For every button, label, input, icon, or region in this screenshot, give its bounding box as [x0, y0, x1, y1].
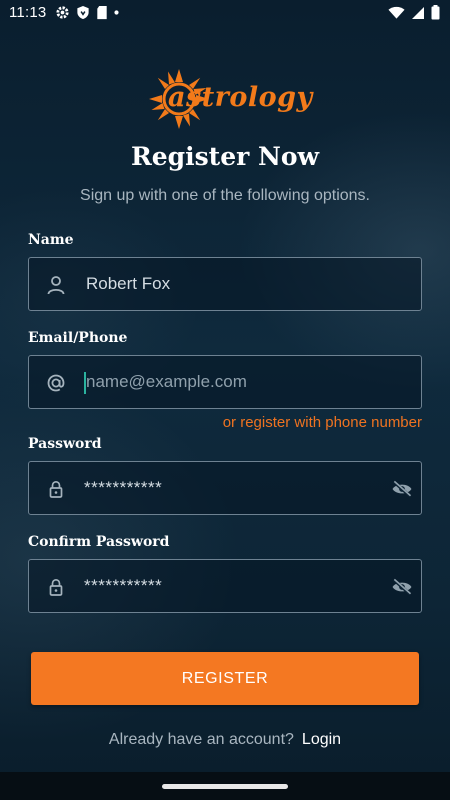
status-right-icons [388, 5, 440, 20]
person-icon [47, 276, 65, 295]
email-field[interactable]: name@example.com [28, 355, 422, 409]
page-title: Register Now [130, 142, 320, 171]
email-label: Email/Phone [28, 330, 128, 346]
battery-icon [431, 5, 440, 20]
shield-icon [77, 5, 89, 20]
status-time: 11:13 [9, 4, 47, 21]
login-prompt-text: Already have an account? [108, 731, 294, 748]
eye-off-icon[interactable] [391, 578, 413, 596]
gear-icon [56, 6, 69, 19]
register-with-phone-link[interactable]: or register with phone number [223, 414, 422, 431]
email-placeholder: name@example.com [86, 372, 247, 391]
login-prompt-row: Already have an account? Login [0, 731, 450, 749]
navigation-bar [0, 772, 450, 800]
confirm-password-field[interactable]: *********** [28, 559, 422, 613]
status-bar: 11:13 [0, 0, 450, 27]
home-gesture-handle[interactable] [162, 784, 288, 789]
confirm-password-value: *********** [84, 576, 163, 595]
wifi-icon [388, 6, 405, 19]
signal-icon [412, 6, 424, 19]
name-field[interactable]: Robert Fox [28, 257, 422, 311]
at-icon [47, 374, 65, 392]
eye-off-icon[interactable] [391, 480, 413, 498]
password-label: Password [28, 436, 102, 452]
sd-card-icon [97, 5, 107, 20]
name-label: Name [28, 232, 74, 248]
login-link[interactable]: Login [302, 731, 341, 748]
lock-icon [49, 480, 63, 498]
page-subtitle: Sign up with one of the following option… [80, 187, 370, 204]
astrology-logo: astrology [148, 68, 312, 130]
dot-icon [114, 10, 119, 15]
register-button[interactable]: REGISTER [31, 652, 419, 705]
status-left-icons [55, 5, 119, 20]
password-field[interactable]: *********** [28, 461, 422, 515]
register-screen: 11:13 astrology Register Now Sign up wit… [0, 0, 450, 800]
confirm-password-label: Confirm Password [28, 534, 170, 550]
password-value: *********** [84, 478, 163, 497]
logo-text: astrology [168, 82, 313, 113]
name-value: Robert Fox [86, 274, 171, 293]
lock-icon [49, 578, 63, 596]
